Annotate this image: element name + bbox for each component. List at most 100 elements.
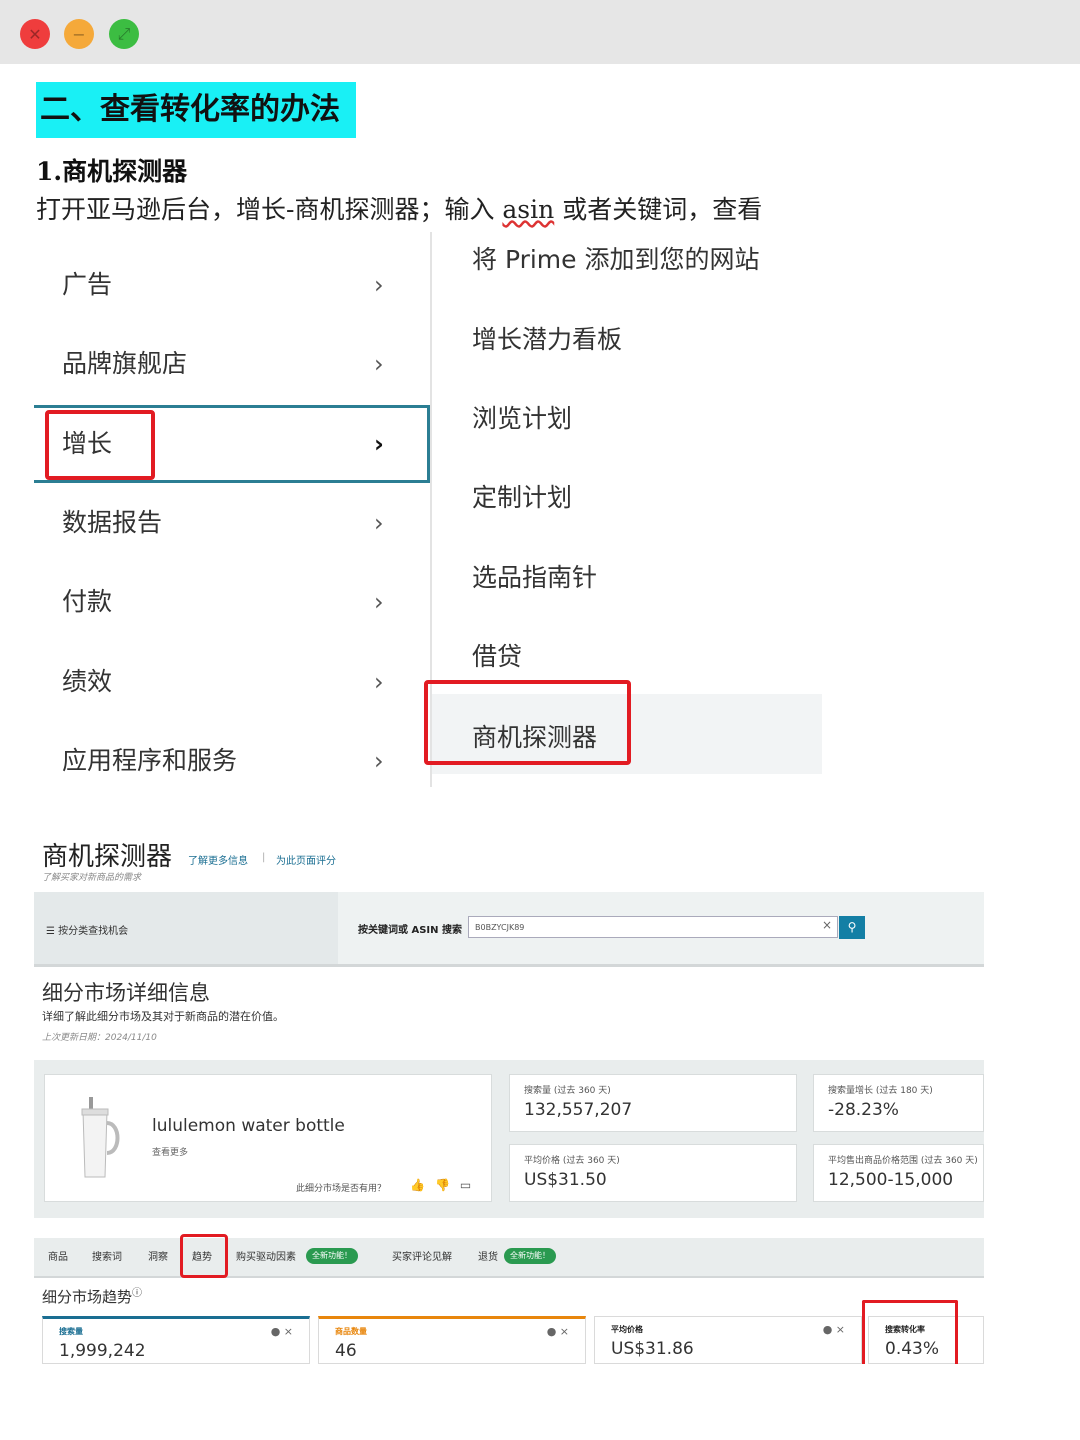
stat-value: US$31.50 bbox=[524, 1170, 607, 1190]
submenu-item-prime[interactable]: 将 Prime 添加到您的网站 bbox=[472, 240, 760, 276]
chevron-right-icon: › bbox=[374, 430, 384, 458]
metric-value: 46 bbox=[335, 1341, 357, 1361]
submenu-item-product-compass[interactable]: 选品指南针 bbox=[472, 558, 597, 594]
stat-average-price: 平均价格 (过去 360 天) US$31.50 bbox=[509, 1144, 797, 1202]
thumbs-down-icon[interactable]: 👎 bbox=[435, 1178, 460, 1192]
last-updated-date: 上次更新日期：2024/11/10 bbox=[42, 1033, 157, 1043]
explorer-subtitle: 了解买家对新商品的需求 bbox=[42, 873, 142, 883]
usefulness-question: 此细分市场是否有用？ bbox=[296, 1184, 387, 1194]
close-window-button[interactable]: ✕ bbox=[20, 19, 50, 49]
annotation-box-conversion-rate bbox=[862, 1300, 958, 1364]
segment-details-desc: 详细了解此细分市场及其对于新商品的潜在价值。 bbox=[42, 1010, 284, 1023]
menu-item-label: 数据报告 bbox=[62, 508, 163, 537]
segment-trends-label: 细分市场趋势 bbox=[42, 1288, 133, 1306]
new-feature-badge: 全新功能！ bbox=[306, 1248, 358, 1264]
metric-card-product-count[interactable]: 商品数量 46 ● × bbox=[318, 1316, 586, 1364]
product-name: lululemon water bottle bbox=[152, 1116, 345, 1136]
paragraph-text-end: 或者关键词，查看 bbox=[554, 195, 763, 224]
menu-item-label: 绩效 bbox=[62, 667, 113, 696]
window-title-bar: ✕ − ⤢ bbox=[0, 0, 1080, 64]
menu-item-performance[interactable]: 绩效 › bbox=[34, 643, 430, 721]
section-heading: 二、查看转化率的办法 bbox=[36, 82, 356, 138]
metric-value: US$31.86 bbox=[611, 1339, 694, 1359]
sub-heading: 1.商机探测器 bbox=[36, 157, 188, 186]
stat-label: 搜索量 (过去 360 天) bbox=[524, 1086, 611, 1096]
metric-label: 平均价格 bbox=[611, 1325, 643, 1334]
info-icon[interactable]: ⓘ bbox=[132, 1288, 142, 1299]
annotation-box-trends-tab bbox=[180, 1234, 228, 1278]
info-close-icons[interactable]: ● × bbox=[823, 1323, 845, 1336]
product-more-link[interactable]: 查看更多 bbox=[152, 1145, 188, 1158]
chevron-right-icon: › bbox=[374, 747, 384, 775]
tab-insights[interactable]: 洞察 bbox=[148, 1248, 168, 1263]
metric-value: 1,999,242 bbox=[59, 1341, 146, 1361]
stat-units-sold-range: 平均售出商品价格范围 (过去 360 天) 12,500-15,000 bbox=[813, 1144, 984, 1202]
info-close-icons[interactable]: ● × bbox=[271, 1325, 293, 1338]
explorer-title: 商机探测器 bbox=[42, 842, 173, 872]
metric-card-search-volume[interactable]: 搜索量 1,999,242 ● × bbox=[42, 1316, 310, 1364]
minimize-window-button[interactable]: − bbox=[64, 19, 94, 49]
stat-label: 搜索量增长 (过去 180 天) bbox=[828, 1086, 933, 1096]
menu-item-payments[interactable]: 付款 › bbox=[34, 563, 430, 641]
metric-card-average-price[interactable]: 平均价格 US$31.86 ● × bbox=[594, 1316, 862, 1364]
menu-icon: ☰ bbox=[46, 926, 55, 937]
submenu-item-growth-dashboard[interactable]: 增长潜力看板 bbox=[472, 320, 622, 356]
minimize-icon: − bbox=[72, 24, 86, 44]
category-search-label: 按分类查找机会 bbox=[58, 926, 129, 937]
clear-search-icon[interactable]: × bbox=[822, 918, 832, 932]
info-close-icons[interactable]: ● × bbox=[547, 1325, 569, 1338]
search-input[interactable]: B0BZYCJK89 bbox=[468, 916, 838, 938]
stat-value: -28.23% bbox=[828, 1100, 899, 1120]
stat-label: 平均价格 (过去 360 天) bbox=[524, 1156, 620, 1166]
submenu-item-custom-plan[interactable]: 定制计划 bbox=[472, 478, 572, 514]
menu-item-label: 品牌旗舰店 bbox=[62, 349, 188, 378]
new-feature-badge: 全新功能！ bbox=[504, 1248, 556, 1264]
tab-returns[interactable]: 退货 bbox=[478, 1248, 498, 1263]
menu-item-label: 广告 bbox=[62, 270, 113, 299]
metric-label: 搜索量 bbox=[59, 1327, 83, 1336]
stat-search-growth: 搜索量增长 (过去 180 天) -28.23% bbox=[813, 1074, 984, 1132]
menu-item-apps-services[interactable]: 应用程序和服务 › bbox=[34, 722, 430, 800]
stat-value: 12,500-15,000 bbox=[828, 1170, 954, 1190]
tab-purchase-drivers[interactable]: 购买驱动因素 bbox=[236, 1248, 296, 1263]
menu-item-brand-store[interactable]: 品牌旗舰店 › bbox=[34, 325, 430, 403]
water-bottle-image bbox=[81, 1097, 120, 1178]
maximize-window-button[interactable]: ⤢ bbox=[109, 19, 139, 49]
instruction-paragraph: 打开亚马逊后台，增长-商机探测器；输入 asin 或者关键词，查看 bbox=[36, 190, 762, 226]
tab-search-terms[interactable]: 搜索词 bbox=[92, 1248, 122, 1263]
menu-item-advertising[interactable]: 广告 › bbox=[34, 246, 430, 324]
feedback-icons: 👍👎▭ bbox=[410, 1178, 481, 1192]
chevron-right-icon: › bbox=[374, 588, 384, 616]
menu-item-label: 付款 bbox=[62, 587, 113, 616]
thumbs-up-icon[interactable]: 👍 bbox=[410, 1178, 435, 1192]
chevron-right-icon: › bbox=[374, 668, 384, 696]
metric-label: 商品数量 bbox=[335, 1327, 367, 1336]
search-button[interactable]: ⚲ bbox=[839, 916, 865, 939]
stat-search-volume: 搜索量 (过去 360 天) 132,557,207 bbox=[509, 1074, 797, 1132]
paragraph-text: 打开亚马逊后台，增长-商机探测器；输入 bbox=[36, 195, 503, 224]
segment-trends-title: 细分市场趋势ⓘ bbox=[42, 1284, 142, 1307]
chevron-right-icon: › bbox=[374, 509, 384, 537]
paragraph-keyword: asin bbox=[502, 195, 555, 224]
segment-details-title: 细分市场详细信息 bbox=[42, 981, 210, 1005]
submenu-item-lending[interactable]: 借贷 bbox=[472, 637, 522, 673]
annotation-box-opportunity-explorer bbox=[424, 680, 631, 765]
rate-page-link[interactable]: 为此页面评分 bbox=[276, 852, 336, 867]
chevron-right-icon: › bbox=[374, 271, 384, 299]
menu-item-label: 应用程序和服务 bbox=[62, 746, 238, 775]
submenu-item-browse-plan[interactable]: 浏览计划 bbox=[472, 399, 572, 435]
annotation-box-growth bbox=[45, 410, 155, 480]
search-icon: ⚲ bbox=[847, 920, 857, 934]
tab-review-insights[interactable]: 买家评论见解 bbox=[392, 1248, 452, 1263]
tab-products[interactable]: 商品 bbox=[48, 1248, 68, 1263]
category-search-toggle[interactable]: ☰ 按分类查找机会 bbox=[46, 922, 128, 937]
learn-more-link[interactable]: 了解更多信息 bbox=[188, 852, 248, 867]
stat-label: 平均售出商品价格范围 (过去 360 天) bbox=[828, 1156, 978, 1166]
comment-icon[interactable]: ▭ bbox=[460, 1178, 481, 1192]
link-separator: | bbox=[262, 852, 266, 863]
menu-item-reports[interactable]: 数据报告 › bbox=[34, 484, 430, 562]
stat-value: 132,557,207 bbox=[524, 1100, 633, 1120]
maximize-icon: ⤢ bbox=[117, 24, 131, 43]
close-icon: ✕ bbox=[28, 24, 42, 44]
chevron-right-icon: › bbox=[374, 350, 384, 378]
